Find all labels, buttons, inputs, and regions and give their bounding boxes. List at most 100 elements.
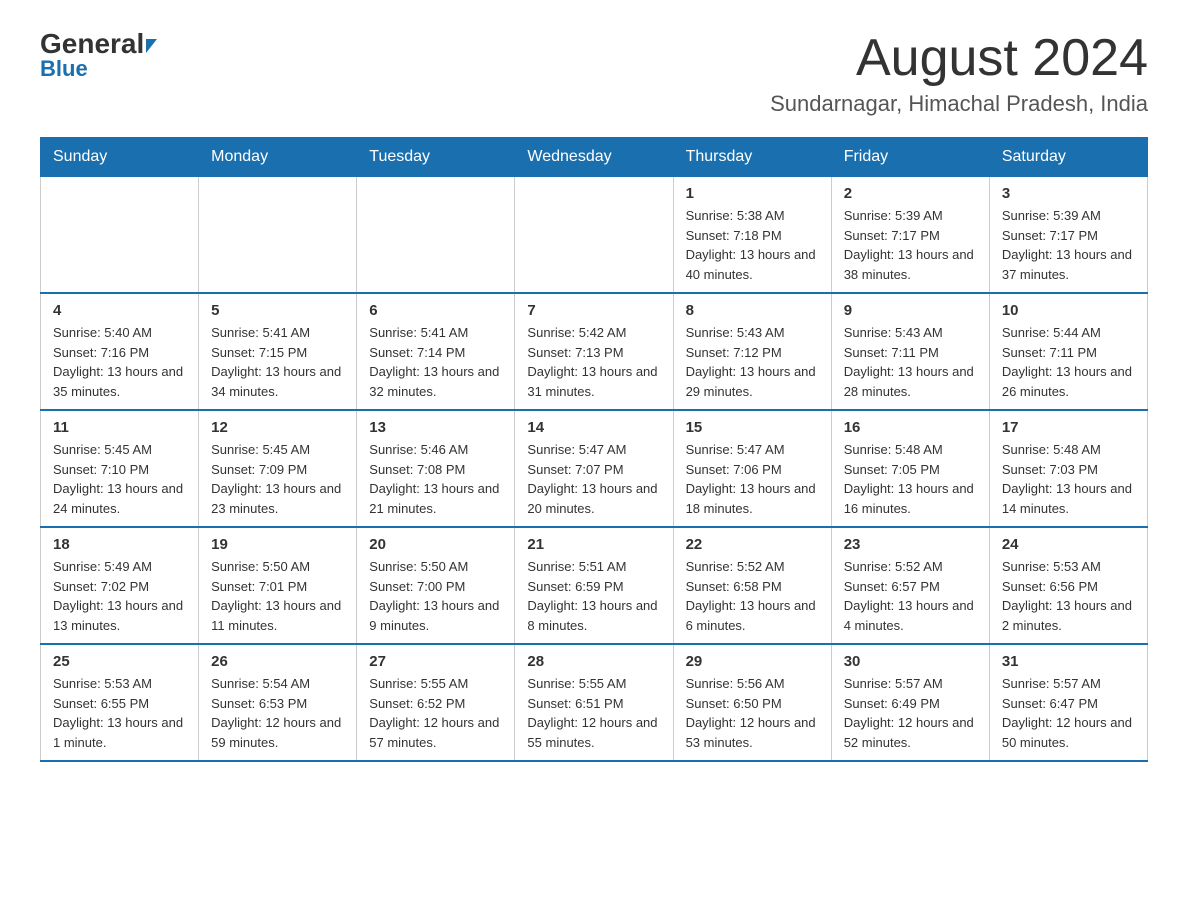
calendar-cell: 10 Sunrise: 5:44 AMSunset: 7:11 PMDayligh… [989, 293, 1147, 410]
calendar-cell: 17 Sunrise: 5:48 AMSunset: 7:03 PMDayligh… [989, 410, 1147, 527]
day-number: 6 [369, 302, 502, 319]
calendar-cell: 19 Sunrise: 5:50 AMSunset: 7:01 PMDayligh… [199, 527, 357, 644]
calendar-cell: 27 Sunrise: 5:55 AMSunset: 6:52 PMDayligh… [357, 644, 515, 761]
calendar-cell: 18 Sunrise: 5:49 AMSunset: 7:02 PMDayligh… [41, 527, 199, 644]
calendar-cell: 14Sunrise: 5:47 AMSunset: 7:07 PMDayligh… [515, 410, 673, 527]
main-title: August 2024 [770, 30, 1148, 87]
day-info: Sunrise: 5:57 AMSunset: 6:49 PMDaylight:… [844, 674, 977, 752]
day-number: 9 [844, 302, 977, 319]
day-info: Sunrise: 5:49 AMSunset: 7:02 PMDaylight:… [53, 557, 186, 635]
calendar-cell: 20Sunrise: 5:50 AMSunset: 7:00 PMDayligh… [357, 527, 515, 644]
day-number: 28 [527, 653, 660, 670]
calendar-cell: 31Sunrise: 5:57 AMSunset: 6:47 PMDayligh… [989, 644, 1147, 761]
calendar-cell: 11 Sunrise: 5:45 AMSunset: 7:10 PMDayligh… [41, 410, 199, 527]
day-info: Sunrise: 5:48 AMSunset: 7:05 PMDaylight:… [844, 440, 977, 518]
day-info: Sunrise: 5:52 AMSunset: 6:57 PMDaylight:… [844, 557, 977, 635]
day-number: 27 [369, 653, 502, 670]
calendar-cell: 28 Sunrise: 5:55 AMSunset: 6:51 PMDayligh… [515, 644, 673, 761]
day-number: 5 [211, 302, 344, 319]
day-number: 25 [53, 653, 186, 670]
calendar-cell: 8Sunrise: 5:43 AMSunset: 7:12 PMDaylight… [673, 293, 831, 410]
day-number: 4 [53, 302, 186, 319]
calendar-cell: 25Sunrise: 5:53 AMSunset: 6:55 PMDayligh… [41, 644, 199, 761]
day-number: 7 [527, 302, 660, 319]
calendar-table: SundayMondayTuesdayWednesdayThursdayFrid… [40, 137, 1148, 762]
day-info: Sunrise: 5:38 AMSunset: 7:18 PMDaylight:… [686, 206, 819, 284]
day-info: Sunrise: 5:56 AMSunset: 6:50 PMDaylight:… [686, 674, 819, 752]
day-number: 19 [211, 536, 344, 553]
logo-text: General [40, 30, 157, 58]
calendar-cell [199, 177, 357, 294]
weekday-header-monday: Monday [199, 138, 357, 177]
calendar-cell [515, 177, 673, 294]
calendar-header-row: SundayMondayTuesdayWednesdayThursdayFrid… [41, 138, 1148, 177]
page-header: General Blue August 2024 Sundarnagar, Hi… [40, 30, 1148, 117]
day-info: Sunrise: 5:50 AMSunset: 7:00 PMDaylight:… [369, 557, 502, 635]
week-row-5: 25Sunrise: 5:53 AMSunset: 6:55 PMDayligh… [41, 644, 1148, 761]
calendar-cell: 13 Sunrise: 5:46 AMSunset: 7:08 PMDayligh… [357, 410, 515, 527]
day-info: Sunrise: 5:50 AMSunset: 7:01 PMDaylight:… [211, 557, 344, 635]
calendar-cell: 30Sunrise: 5:57 AMSunset: 6:49 PMDayligh… [831, 644, 989, 761]
day-number: 16 [844, 419, 977, 436]
day-info: Sunrise: 5:47 AMSunset: 7:06 PMDaylight:… [686, 440, 819, 518]
calendar-cell: 7 Sunrise: 5:42 AMSunset: 7:13 PMDaylight… [515, 293, 673, 410]
calendar-cell: 21Sunrise: 5:51 AMSunset: 6:59 PMDayligh… [515, 527, 673, 644]
logo: General Blue [40, 30, 157, 82]
day-info: Sunrise: 5:45 AMSunset: 7:09 PMDaylight:… [211, 440, 344, 518]
week-row-1: 1 Sunrise: 5:38 AMSunset: 7:18 PMDaylight… [41, 177, 1148, 294]
day-number: 13 [369, 419, 502, 436]
calendar-cell: 24Sunrise: 5:53 AMSunset: 6:56 PMDayligh… [989, 527, 1147, 644]
day-number: 18 [53, 536, 186, 553]
day-info: Sunrise: 5:39 AMSunset: 7:17 PMDaylight:… [1002, 206, 1135, 284]
day-info: Sunrise: 5:55 AMSunset: 6:52 PMDaylight:… [369, 674, 502, 752]
day-info: Sunrise: 5:43 AMSunset: 7:12 PMDaylight:… [686, 323, 819, 401]
calendar-cell: 9 Sunrise: 5:43 AMSunset: 7:11 PMDaylight… [831, 293, 989, 410]
week-row-4: 18 Sunrise: 5:49 AMSunset: 7:02 PMDayligh… [41, 527, 1148, 644]
weekday-header-tuesday: Tuesday [357, 138, 515, 177]
day-number: 10 [1002, 302, 1135, 319]
calendar-cell [41, 177, 199, 294]
day-info: Sunrise: 5:55 AMSunset: 6:51 PMDaylight:… [527, 674, 660, 752]
day-number: 23 [844, 536, 977, 553]
calendar-cell: 16 Sunrise: 5:48 AMSunset: 7:05 PMDayligh… [831, 410, 989, 527]
day-info: Sunrise: 5:53 AMSunset: 6:56 PMDaylight:… [1002, 557, 1135, 635]
day-info: Sunrise: 5:41 AMSunset: 7:14 PMDaylight:… [369, 323, 502, 401]
day-info: Sunrise: 5:39 AMSunset: 7:17 PMDaylight:… [844, 206, 977, 284]
day-info: Sunrise: 5:46 AMSunset: 7:08 PMDaylight:… [369, 440, 502, 518]
day-info: Sunrise: 5:40 AMSunset: 7:16 PMDaylight:… [53, 323, 186, 401]
week-row-2: 4 Sunrise: 5:40 AMSunset: 7:16 PMDaylight… [41, 293, 1148, 410]
logo-blue: Blue [40, 56, 88, 82]
calendar-cell: 26Sunrise: 5:54 AMSunset: 6:53 PMDayligh… [199, 644, 357, 761]
day-number: 2 [844, 185, 977, 202]
day-number: 12 [211, 419, 344, 436]
day-number: 1 [686, 185, 819, 202]
calendar-cell [357, 177, 515, 294]
calendar-cell: 29 Sunrise: 5:56 AMSunset: 6:50 PMDayligh… [673, 644, 831, 761]
calendar-cell: 1 Sunrise: 5:38 AMSunset: 7:18 PMDaylight… [673, 177, 831, 294]
day-number: 26 [211, 653, 344, 670]
day-info: Sunrise: 5:43 AMSunset: 7:11 PMDaylight:… [844, 323, 977, 401]
day-info: Sunrise: 5:41 AMSunset: 7:15 PMDaylight:… [211, 323, 344, 401]
week-row-3: 11 Sunrise: 5:45 AMSunset: 7:10 PMDayligh… [41, 410, 1148, 527]
weekday-header-friday: Friday [831, 138, 989, 177]
day-info: Sunrise: 5:48 AMSunset: 7:03 PMDaylight:… [1002, 440, 1135, 518]
day-number: 22 [686, 536, 819, 553]
day-info: Sunrise: 5:51 AMSunset: 6:59 PMDaylight:… [527, 557, 660, 635]
day-info: Sunrise: 5:42 AMSunset: 7:13 PMDaylight:… [527, 323, 660, 401]
calendar-cell: 12 Sunrise: 5:45 AMSunset: 7:09 PMDayligh… [199, 410, 357, 527]
calendar-cell: 3Sunrise: 5:39 AMSunset: 7:17 PMDaylight… [989, 177, 1147, 294]
day-number: 29 [686, 653, 819, 670]
day-number: 11 [53, 419, 186, 436]
calendar-cell: 22 Sunrise: 5:52 AMSunset: 6:58 PMDayligh… [673, 527, 831, 644]
day-info: Sunrise: 5:57 AMSunset: 6:47 PMDaylight:… [1002, 674, 1135, 752]
calendar-cell: 5 Sunrise: 5:41 AMSunset: 7:15 PMDaylight… [199, 293, 357, 410]
subtitle: Sundarnagar, Himachal Pradesh, India [770, 91, 1148, 117]
day-number: 17 [1002, 419, 1135, 436]
day-number: 14 [527, 419, 660, 436]
calendar-cell: 2 Sunrise: 5:39 AMSunset: 7:17 PMDaylight… [831, 177, 989, 294]
day-info: Sunrise: 5:44 AMSunset: 7:11 PMDaylight:… [1002, 323, 1135, 401]
day-info: Sunrise: 5:45 AMSunset: 7:10 PMDaylight:… [53, 440, 186, 518]
day-info: Sunrise: 5:52 AMSunset: 6:58 PMDaylight:… [686, 557, 819, 635]
weekday-header-wednesday: Wednesday [515, 138, 673, 177]
weekday-header-saturday: Saturday [989, 138, 1147, 177]
